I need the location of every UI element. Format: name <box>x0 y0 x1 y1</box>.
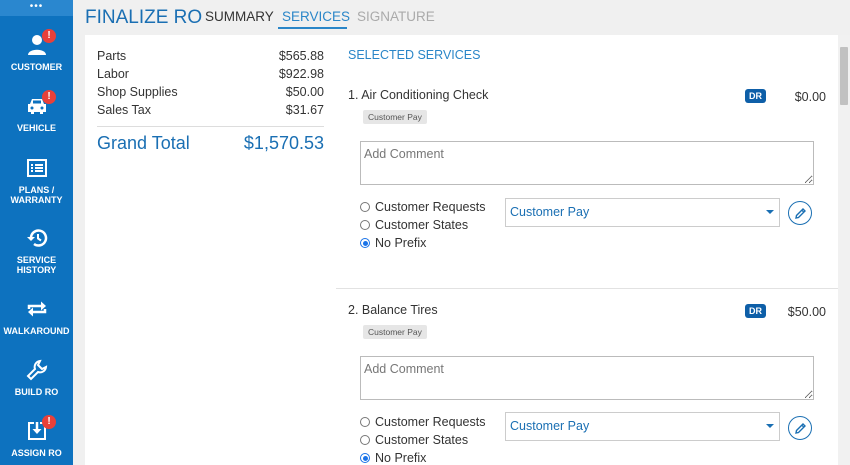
list-icon <box>0 155 73 181</box>
chevron-down-icon <box>766 424 774 428</box>
radio-no-prefix[interactable]: No Prefix <box>360 236 426 250</box>
history-icon <box>0 225 73 251</box>
pay-type-select[interactable]: Customer Pay <box>505 412 780 441</box>
sidebar-item-label: ASSIGN RO <box>11 448 62 458</box>
sidebar-item-vehicle[interactable]: ! VEHICLE <box>0 90 73 133</box>
total-value: $50.00 <box>285 85 324 99</box>
pay-type-tag: Customer Pay <box>363 110 427 124</box>
sidebar-item-assign-ro[interactable]: ! ASSIGN RO <box>0 415 73 458</box>
radio-label: Customer Requests <box>375 415 486 429</box>
radio-label: No Prefix <box>375 451 427 465</box>
sidebar-item-label: SERVICE HISTORY <box>16 255 57 275</box>
radio-label: Customer States <box>375 433 469 447</box>
total-row-shop-supplies: Shop Supplies $50.00 <box>97 85 324 99</box>
service-divider <box>336 288 838 289</box>
car-icon: ! <box>0 90 73 119</box>
edit-button[interactable] <box>788 416 812 440</box>
total-label: Shop Supplies <box>97 85 178 99</box>
alert-badge: ! <box>42 90 56 104</box>
pencil-icon <box>794 207 806 219</box>
sidebar-item-label: BUILD RO <box>14 387 59 397</box>
grand-total: Grand Total $1,570.53 <box>97 133 324 154</box>
selected-services-panel: SELECTED SERVICES 1. Air Conditioning Ch… <box>336 35 838 465</box>
service-title: 1. Air Conditioning Check <box>348 88 489 102</box>
repeat-icon <box>0 296 73 322</box>
radio-circle[interactable] <box>360 220 370 230</box>
radio-no-prefix[interactable]: No Prefix <box>360 451 426 465</box>
sidebar-item-plans-warranty[interactable]: PLANS / WARRANTY <box>0 155 73 205</box>
tab-services[interactable]: SERVICES <box>282 9 350 24</box>
total-value: $31.67 <box>285 103 324 117</box>
scrollbar-thumb[interactable] <box>840 47 848 105</box>
select-value: Customer Pay <box>510 205 590 219</box>
sidebar-item-label: PLANS / WARRANTY <box>10 185 63 205</box>
scrollbar[interactable] <box>838 35 850 465</box>
total-value: $922.98 <box>278 67 324 81</box>
sidebar-item-label: VEHICLE <box>16 123 56 133</box>
totals-panel: Parts $565.88 Labor $922.98 Shop Supplie… <box>85 35 336 465</box>
total-label: Sales Tax <box>97 103 151 117</box>
radio-circle-selected[interactable] <box>360 238 370 248</box>
section-heading: SELECTED SERVICES <box>348 48 481 62</box>
radio-circle[interactable] <box>360 202 370 212</box>
select-value: Customer Pay <box>510 419 590 433</box>
radio-circle-selected[interactable] <box>360 453 370 463</box>
total-row-sales-tax: Sales Tax $31.67 <box>97 103 324 117</box>
page-title: FINALIZE RO <box>85 7 203 28</box>
active-tab-indicator <box>278 27 347 29</box>
total-value: $565.88 <box>278 49 324 63</box>
sidebar-item-label: WALKAROUND <box>3 326 70 336</box>
radio-customer-requests[interactable]: Customer Requests <box>360 415 485 429</box>
pay-type-tag: Customer Pay <box>363 325 427 339</box>
alert-badge: ! <box>42 415 56 429</box>
download-box-icon: ! <box>0 415 73 444</box>
sidebar-item-service-history[interactable]: SERVICE HISTORY <box>0 225 73 275</box>
service-title: 2. Balance Tires <box>348 303 438 317</box>
radio-customer-requests[interactable]: Customer Requests <box>360 200 485 214</box>
radio-customer-states[interactable]: Customer States <box>360 433 468 447</box>
tab-summary[interactable]: SUMMARY <box>205 9 274 24</box>
comment-field[interactable] <box>360 141 814 185</box>
chevron-down-icon <box>766 210 774 214</box>
grand-total-label: Grand Total <box>97 133 190 153</box>
service-price: $50.00 <box>787 305 826 319</box>
radio-label: No Prefix <box>375 236 427 250</box>
edit-button[interactable] <box>788 201 812 225</box>
pencil-icon <box>794 422 806 434</box>
radio-customer-states[interactable]: Customer States <box>360 218 468 232</box>
total-label: Labor <box>97 67 129 81</box>
sidebar-item-walkaround[interactable]: WALKAROUND <box>0 296 73 336</box>
sidebar-item-customer[interactable]: ! CUSTOMER <box>0 29 73 72</box>
total-label: Parts <box>97 49 127 63</box>
dr-badge: DR <box>745 304 766 318</box>
sidebar: ••• ! CUSTOMER ! VEHICLE PLANS / WARRANTY… <box>0 0 73 465</box>
comment-field[interactable] <box>360 356 814 400</box>
wrench-icon <box>0 357 73 383</box>
sidebar-menu-toggle[interactable]: ••• <box>0 0 73 16</box>
radio-label: Customer States <box>375 218 469 232</box>
service-price: $0.00 <box>794 90 826 104</box>
total-row-parts: Parts $565.88 <box>97 49 324 63</box>
total-row-labor: Labor $922.98 <box>97 67 324 81</box>
sidebar-item-label: CUSTOMER <box>10 62 63 72</box>
divider <box>97 126 324 127</box>
dr-badge: DR <box>745 89 766 103</box>
radio-circle[interactable] <box>360 417 370 427</box>
pay-type-select[interactable]: Customer Pay <box>505 198 780 227</box>
radio-circle[interactable] <box>360 435 370 445</box>
radio-label: Customer Requests <box>375 200 486 214</box>
sidebar-item-build-ro[interactable]: BUILD RO <box>0 357 73 397</box>
person-icon: ! <box>0 29 73 58</box>
tab-signature[interactable]: SIGNATURE <box>357 9 435 24</box>
grand-total-value: $1,570.53 <box>243 133 324 153</box>
alert-badge: ! <box>42 29 56 43</box>
